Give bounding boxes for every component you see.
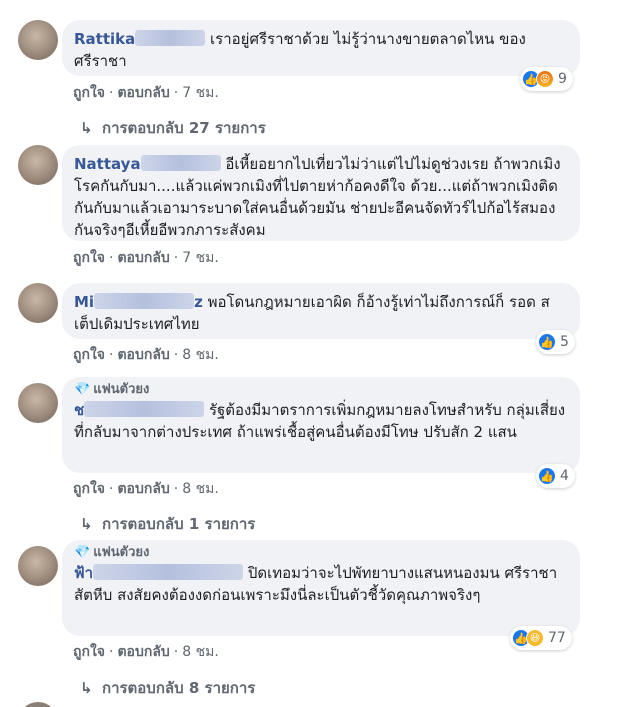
comment-time[interactable]: 7 ชม.	[182, 250, 219, 266]
comment-time[interactable]: 8 ชม.	[182, 347, 219, 363]
author-name[interactable]: ฟ้า	[74, 564, 244, 582]
haha-icon: 😆	[526, 629, 544, 647]
reaction-summary[interactable]: 👍 4	[536, 464, 575, 488]
comment-actions: ถูกใจ · ตอบกลับ · 7 ชม.	[73, 85, 219, 101]
reply-button[interactable]: ตอบกลับ	[117, 250, 169, 266]
reaction-count: 9	[558, 71, 567, 87]
reply-button[interactable]: ตอบกลับ	[117, 481, 169, 497]
like-button[interactable]: ถูกใจ	[73, 250, 105, 266]
reply-arrow-icon: ↳	[80, 515, 93, 533]
like-button[interactable]: ถูกใจ	[73, 85, 105, 101]
view-replies-link[interactable]: ↳ การตอบกลับ 27 รายการ	[80, 116, 266, 140]
avatar[interactable]	[18, 383, 58, 423]
avatar[interactable]	[18, 145, 58, 185]
reaction-summary[interactable]: 👍 5	[536, 330, 575, 354]
view-replies-link[interactable]: ↳ การตอบกลับ 8 รายการ	[80, 676, 255, 700]
reply-button[interactable]: ตอบกลับ	[117, 347, 169, 363]
gem-icon: 💎	[74, 545, 91, 560]
view-replies-link[interactable]: ↳ การตอบกลับ 1 รายการ	[80, 512, 255, 536]
top-fan-badge: 💎 แฟนตัวยง	[74, 382, 150, 397]
like-icon: 👍	[538, 467, 556, 485]
like-button[interactable]: ถูกใจ	[73, 644, 105, 660]
comment-actions: ถูกใจ · ตอบกลับ · 8 ชม.	[73, 644, 219, 660]
like-button[interactable]: ถูกใจ	[73, 481, 105, 497]
author-name[interactable]: Rattika	[74, 30, 206, 48]
comment-bubble: Nattaya อีเหี้ยอยากไปเที่ยวไม่ว่าแต่ไปไม…	[62, 145, 580, 241]
gem-icon: 💎	[74, 382, 91, 397]
reaction-summary[interactable]: 👍 😡 9	[520, 67, 573, 91]
comment-bubble: Mi z พอโดนกฎหมายเอาผิด ก็อ้างรู้เท่าไม่ถึ…	[62, 283, 580, 339]
reaction-count: 77	[548, 630, 566, 646]
comment-time[interactable]: 8 ชม.	[182, 644, 219, 660]
author-name[interactable]: ช	[74, 401, 205, 419]
comment-actions: ถูกใจ · ตอบกลับ · 8 ชม.	[73, 481, 219, 497]
like-button[interactable]: ถูกใจ	[73, 347, 105, 363]
comment-time[interactable]: 8 ชม.	[182, 481, 219, 497]
comment-actions: ถูกใจ · ตอบกลับ · 7 ชม.	[73, 250, 219, 266]
reply-arrow-icon: ↳	[80, 119, 93, 137]
reply-button[interactable]: ตอบกลับ	[117, 85, 169, 101]
comment-actions: ถูกใจ · ตอบกลับ · 8 ชม.	[73, 347, 219, 363]
reaction-summary[interactable]: 👍 😆 77	[510, 626, 572, 650]
reaction-count: 5	[560, 334, 569, 350]
avatar[interactable]	[18, 283, 58, 323]
comment-bubble: Rattika เราอยู่ศรีราชาด้วย ไม่รู้ว่านางข…	[62, 20, 580, 76]
comment-bubble: 💎 แฟนตัวยง ช รัฐต้องมีมาตราการเพิ่มกฎหมาย…	[62, 377, 580, 473]
reply-arrow-icon: ↳	[80, 679, 93, 697]
reply-button[interactable]: ตอบกลับ	[117, 644, 169, 660]
reaction-count: 4	[560, 468, 569, 484]
avatar[interactable]	[18, 20, 58, 60]
comment-time[interactable]: 7 ชม.	[182, 85, 219, 101]
author-name[interactable]: Nattaya	[74, 155, 221, 173]
top-fan-badge: 💎 แฟนตัวยง	[74, 545, 150, 560]
avatar[interactable]	[18, 546, 58, 586]
comment-bubble: 💎 แฟนตัวยง ฟ้า ปิดเทอมว่าจะไปพัทยาบางแสนห…	[62, 540, 580, 636]
author-name[interactable]: Mi z	[74, 293, 203, 311]
like-icon: 👍	[538, 333, 556, 351]
avatar[interactable]	[18, 702, 58, 707]
angry-icon: 😡	[536, 70, 554, 88]
